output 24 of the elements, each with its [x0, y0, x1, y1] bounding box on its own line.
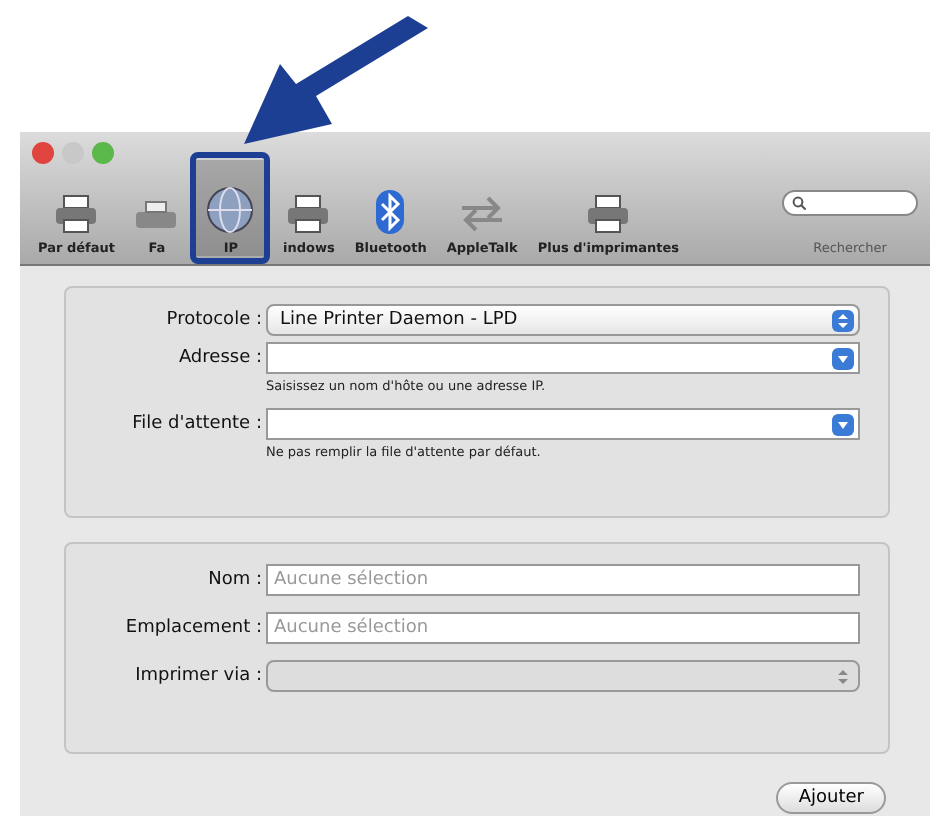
combo-field[interactable]: [266, 342, 860, 374]
printer-icon: [54, 194, 99, 234]
swap-arrows-icon: [458, 194, 507, 234]
popup-menu[interactable]: Line Printer Daemon - LPD: [266, 304, 860, 336]
highlight-frame: [190, 152, 271, 264]
field-label: Protocole :: [164, 310, 262, 330]
stepper-icon: [832, 309, 854, 331]
add-button[interactable]: Ajouter: [776, 782, 886, 814]
close-button[interactable]: [32, 142, 54, 164]
field-label: Imprimer via :: [133, 666, 262, 686]
field-label: File d'attente :: [130, 414, 262, 434]
search-field[interactable]: [782, 190, 918, 216]
bluetooth-icon: [376, 190, 405, 234]
zoom-button[interactable]: [92, 142, 114, 164]
globe-icon: [206, 186, 255, 234]
printer-icon: [586, 194, 631, 234]
field-label: Emplacement :: [123, 618, 262, 638]
search-icon: [792, 196, 806, 210]
dropdown-icon: [832, 347, 854, 369]
dropdown-icon: [832, 413, 854, 435]
field-label: Nom :: [206, 570, 262, 590]
printer-icon: [286, 194, 331, 234]
field-label: Adresse :: [176, 348, 262, 368]
combo-field[interactable]: [266, 408, 860, 440]
